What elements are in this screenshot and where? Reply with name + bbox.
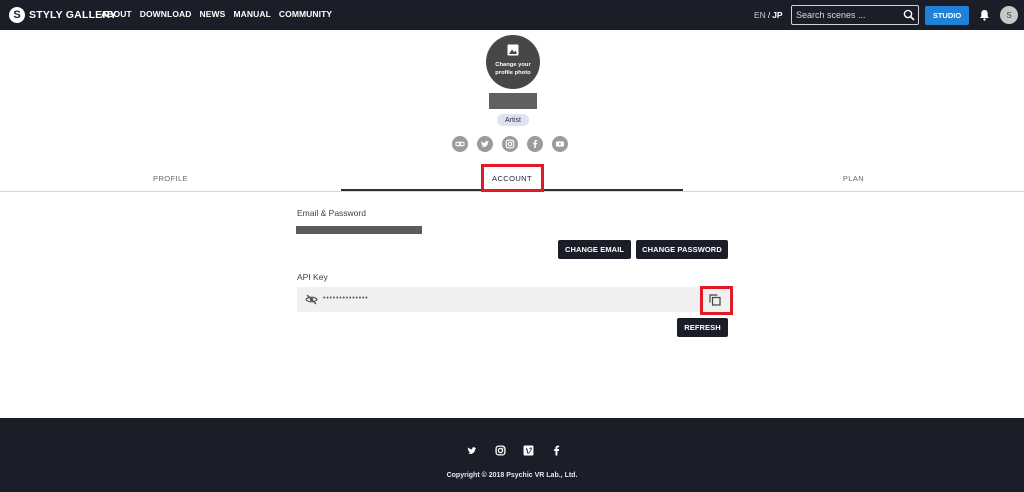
twitter-icon[interactable] xyxy=(466,444,478,456)
lang-en[interactable]: EN xyxy=(754,10,766,20)
eye-off-icon[interactable] xyxy=(305,294,318,305)
logo-mark-icon: S xyxy=(9,7,25,23)
twitter-icon[interactable] xyxy=(477,136,493,152)
change-photo-label: Change your profile photo xyxy=(495,62,531,76)
language-switcher: EN / JP xyxy=(754,10,783,20)
copyright-text: Copyright © 2018 Psychic VR Lab., Ltd. xyxy=(446,472,578,479)
api-key-value: •••••••••••••• xyxy=(323,295,369,302)
copy-button-highlight xyxy=(700,286,733,315)
nav-community[interactable]: COMMUNITY xyxy=(279,9,332,19)
bell-icon[interactable] xyxy=(979,9,990,21)
youtube-icon[interactable] xyxy=(552,136,568,152)
nav-manual[interactable]: MANUAL xyxy=(233,9,270,19)
main-nav: ABOUT DOWNLOAD NEWS MANUAL COMMUNITY xyxy=(101,9,332,19)
api-key-field: •••••••••••••• xyxy=(297,287,729,312)
nav-download[interactable]: DOWNLOAD xyxy=(140,9,192,19)
nav-about[interactable]: ABOUT xyxy=(101,9,132,19)
user-avatar[interactable]: S xyxy=(1000,6,1018,24)
footer-social-links xyxy=(466,444,562,456)
studio-button[interactable]: STUDIO xyxy=(925,6,969,25)
email-password-label: Email & Password xyxy=(297,208,366,218)
vimeo-icon[interactable] xyxy=(522,444,534,456)
top-nav-bar: S STYLY GALLERY ABOUT DOWNLOAD NEWS MANU… xyxy=(0,0,1024,30)
change-profile-photo[interactable]: Change your profile photo xyxy=(486,35,540,89)
api-key-label: API Key xyxy=(297,272,328,282)
refresh-button[interactable]: REFRESH xyxy=(677,318,728,337)
search-box xyxy=(791,5,919,25)
lang-separator: / xyxy=(767,10,771,20)
redacted-username xyxy=(489,93,537,109)
account-tab-highlight xyxy=(481,164,544,192)
redacted-email xyxy=(296,226,422,234)
change-password-button[interactable]: CHANGE PASSWORD xyxy=(636,240,728,259)
tab-profile[interactable]: PROFILE xyxy=(0,166,341,191)
search-input[interactable] xyxy=(796,8,900,22)
change-email-button[interactable]: CHANGE EMAIL xyxy=(558,240,631,259)
search-icon[interactable] xyxy=(903,9,915,21)
nav-news[interactable]: NEWS xyxy=(200,9,226,19)
footer: Copyright © 2018 Psychic VR Lab., Ltd. xyxy=(0,418,1024,492)
instagram-icon[interactable] xyxy=(502,136,518,152)
link-icon[interactable] xyxy=(452,136,468,152)
facebook-icon[interactable] xyxy=(550,444,562,456)
lang-jp[interactable]: JP xyxy=(772,10,782,20)
image-icon xyxy=(507,44,519,56)
role-badge: Artist xyxy=(497,114,529,126)
profile-social-links xyxy=(452,136,568,152)
instagram-icon[interactable] xyxy=(494,444,506,456)
facebook-icon[interactable] xyxy=(527,136,543,152)
tab-plan[interactable]: PLAN xyxy=(683,166,1024,191)
